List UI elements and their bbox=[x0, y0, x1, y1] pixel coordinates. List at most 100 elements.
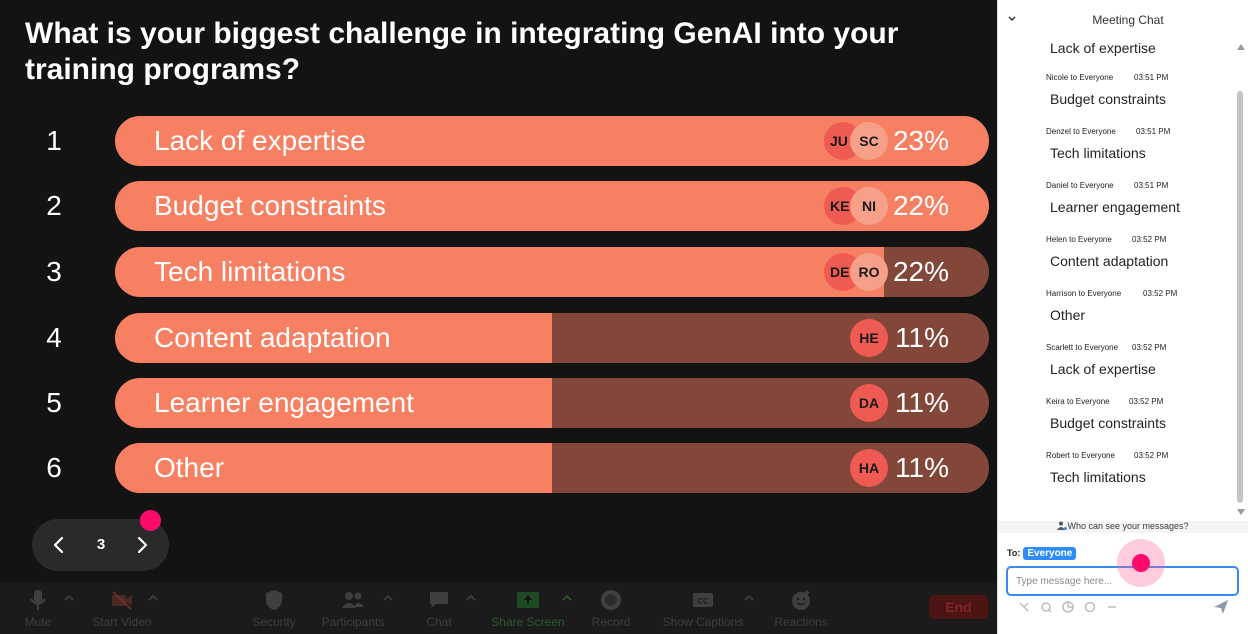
poll-option-bar: Learner engagement DA 11% bbox=[115, 378, 989, 428]
share-screen-label: Share Screen bbox=[491, 615, 565, 629]
shield-icon bbox=[266, 590, 282, 610]
chevron-right-icon bbox=[137, 536, 148, 554]
mute-button[interactable]: Mute bbox=[15, 585, 61, 633]
chat-message-sender: Denzel to Everyone bbox=[1046, 127, 1116, 136]
poll-option-bar: Other HA 11% bbox=[115, 443, 989, 493]
chat-message-time: 03:52 PM bbox=[1143, 289, 1178, 298]
reactions-button[interactable]: Reactions bbox=[769, 585, 833, 633]
scroll-up-arrow-icon[interactable] bbox=[1237, 44, 1245, 50]
participants-options-caret-icon[interactable] bbox=[382, 593, 394, 603]
captions-icon: CC bbox=[693, 593, 713, 607]
person-eye-icon bbox=[1057, 521, 1068, 530]
previous-slide-button[interactable] bbox=[46, 532, 72, 558]
chat-message-time: 03:52 PM bbox=[1129, 397, 1164, 406]
chat-message-text: Other bbox=[1050, 307, 1086, 323]
chat-message-text: Tech limitations bbox=[1050, 145, 1146, 161]
chat-message-list: Lack of expertise Nicole to Everyone 03:5… bbox=[998, 30, 1234, 500]
poll-option-percent: 22% bbox=[892, 190, 949, 221]
chat-message-time: 03:51 PM bbox=[1136, 127, 1171, 136]
chat-title: Meeting Chat bbox=[1092, 13, 1164, 27]
poll-option-label: Lack of expertise bbox=[154, 125, 366, 156]
poll-option-percent: 11% bbox=[895, 387, 949, 418]
emoji-picker-icon[interactable] bbox=[1084, 601, 1096, 613]
chat-bubble-icon bbox=[430, 592, 448, 608]
chat-message: Nicole to Everyone 03:51 PM Budget constra… bbox=[1046, 73, 1234, 113]
poll-option-bar: Budget constraints NI KE 22% bbox=[115, 181, 989, 231]
chat-message-text: Learner engagement bbox=[1050, 199, 1180, 215]
visibility-label: Who can see your messages? bbox=[1067, 521, 1189, 531]
voter-avatar: HA bbox=[850, 449, 888, 487]
share-options-caret-icon[interactable] bbox=[561, 593, 573, 603]
voter-avatar: SC bbox=[850, 122, 888, 160]
message-visibility-link[interactable]: Who can see your messages? bbox=[998, 521, 1248, 533]
file-icon[interactable] bbox=[1062, 601, 1074, 613]
poll-option-row: 1 Lack of expertise SC JU 23% bbox=[0, 116, 997, 166]
chat-options-caret-icon[interactable] bbox=[465, 593, 477, 603]
recipient-row: To: Everyone bbox=[1007, 546, 1077, 560]
video-options-caret-icon[interactable] bbox=[147, 593, 159, 603]
security-label: Security bbox=[252, 615, 296, 629]
chat-label: Chat bbox=[426, 615, 452, 629]
chat-message-sender: Daniel to Everyone bbox=[1046, 181, 1114, 190]
chat-message-text: Lack of expertise bbox=[1050, 361, 1156, 377]
meeting-chat-panel: Meeting Chat Lack of expertise Nicole to… bbox=[997, 0, 1248, 634]
presentation-stage: What is your biggest challenge in integr… bbox=[0, 0, 997, 634]
share-screen-button[interactable]: Share Screen bbox=[487, 585, 569, 633]
scroll-down-arrow-icon[interactable] bbox=[1237, 509, 1245, 515]
poll-option-bar: Lack of expertise SC JU 23% bbox=[115, 116, 989, 166]
chat-message: Harrison to Everyone 03:52 PM Other bbox=[1046, 289, 1234, 329]
chat-button[interactable]: Chat bbox=[419, 585, 459, 633]
end-meeting-button[interactable]: End bbox=[929, 595, 988, 619]
chat-message: Denzel to Everyone 03:51 PM Tech limitatio… bbox=[1046, 127, 1234, 167]
chat-message-time: 03:52 PM bbox=[1134, 451, 1169, 460]
show-captions-button[interactable]: CC Show Captions bbox=[656, 585, 750, 633]
reactions-label: Reactions bbox=[774, 615, 828, 629]
chat-message-text: Lack of expertise bbox=[1050, 40, 1156, 56]
participants-button[interactable]: Participants bbox=[315, 585, 391, 633]
poll-option-percent: 11% bbox=[895, 322, 949, 353]
chat-message-sender: Robert to Everyone bbox=[1046, 451, 1115, 460]
poll-option-bar: Tech limitations RO DE 22% bbox=[115, 247, 989, 297]
chat-message-sender: Helen to Everyone bbox=[1046, 235, 1112, 244]
screenshot-icon[interactable] bbox=[1040, 601, 1052, 613]
chat-message-sender: Nicole to Everyone bbox=[1046, 73, 1114, 82]
chat-message: Robert to Everyone 03:52 PM Tech limitatio… bbox=[1046, 451, 1234, 491]
poll-option-row: 2 Budget constraints NI KE 22% bbox=[0, 181, 997, 231]
voter-avatars: NI KE bbox=[824, 187, 888, 225]
chat-message-time: 03:51 PM bbox=[1134, 181, 1169, 190]
svg-text:CC: CC bbox=[697, 597, 709, 606]
participants-icon bbox=[342, 592, 364, 608]
voter-avatar: HE bbox=[850, 319, 888, 357]
voter-avatar: DA bbox=[850, 384, 888, 422]
chat-message-time: 03:52 PM bbox=[1132, 235, 1167, 244]
poll-option-label: Budget constraints bbox=[154, 190, 386, 221]
mute-options-caret-icon[interactable] bbox=[63, 593, 75, 603]
poll-option-percent: 23% bbox=[892, 125, 949, 156]
share-screen-icon bbox=[517, 592, 539, 608]
chat-scrollbar-thumb[interactable] bbox=[1237, 91, 1243, 503]
poll-option-label: Content adaptation bbox=[154, 322, 391, 353]
next-slide-button[interactable] bbox=[129, 532, 155, 558]
recipient-selector[interactable]: Everyone bbox=[1023, 546, 1077, 560]
chat-message: Scarlett to Everyone 03:52 PM Lack of expe… bbox=[1046, 343, 1234, 383]
meeting-toolbar: Mute Start Video Security Participants C… bbox=[0, 583, 997, 634]
security-button[interactable]: Security bbox=[247, 585, 301, 633]
record-button[interactable]: Record bbox=[588, 585, 634, 633]
chat-message-sender: Harrison to Everyone bbox=[1046, 289, 1122, 298]
chevron-left-icon bbox=[53, 536, 64, 554]
slide-number: 3 bbox=[96, 536, 106, 553]
poll-option-label: Learner engagement bbox=[154, 387, 414, 418]
send-icon[interactable] bbox=[1213, 599, 1229, 615]
captions-options-caret-icon[interactable] bbox=[743, 593, 755, 603]
participants-label: Participants bbox=[321, 615, 385, 629]
format-text-icon[interactable] bbox=[1018, 601, 1030, 613]
chat-message: Helen to Everyone 03:52 PM Content adaptat… bbox=[1046, 235, 1234, 275]
chat-message: Keira to Everyone 03:52 PM Budget constrai… bbox=[1046, 397, 1234, 437]
mute-label: Mute bbox=[24, 615, 52, 629]
chat-message-text: Tech limitations bbox=[1050, 469, 1146, 485]
start-video-label: Start Video bbox=[92, 615, 152, 629]
more-options-icon[interactable] bbox=[1106, 601, 1118, 613]
voter-avatar: NI bbox=[850, 187, 888, 225]
poll-option-row: 6 Other HA 11% bbox=[0, 443, 997, 493]
poll-option-label: Other bbox=[154, 452, 225, 483]
